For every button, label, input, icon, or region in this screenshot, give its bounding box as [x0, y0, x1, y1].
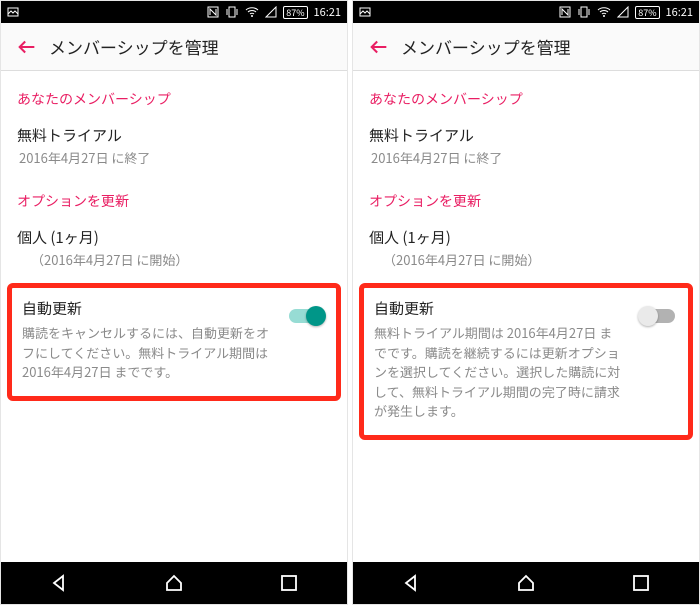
- trial-title: 無料トライアル: [369, 125, 683, 146]
- row-trial: 無料トライアル 2016年4月27日 に終了: [1, 117, 347, 177]
- trial-title: 無料トライアル: [17, 125, 331, 146]
- vibrate-icon: [225, 6, 239, 18]
- nav-back-button[interactable]: [29, 565, 89, 601]
- row-trial: 無料トライアル 2016年4月27日 に終了: [353, 117, 699, 177]
- auto-renew-toggle[interactable]: [286, 306, 326, 326]
- nav-home-button[interactable]: [496, 565, 556, 601]
- plan-subtitle: （2016年4月27日 に開始）: [369, 250, 683, 269]
- picture-icon: [359, 6, 371, 18]
- vibrate-icon: [577, 6, 591, 18]
- plan-title: 個人 (1ヶ月): [17, 227, 331, 248]
- back-button[interactable]: [9, 29, 45, 65]
- nav-back-button[interactable]: [381, 565, 441, 601]
- nav-recent-button[interactable]: [259, 565, 319, 601]
- nfc-icon: [207, 6, 219, 18]
- section-header-membership: あなたのメンバーシップ: [353, 75, 699, 117]
- plan-subtitle: （2016年4月27日 に開始）: [17, 250, 331, 269]
- back-button[interactable]: [361, 29, 397, 65]
- toggle-thumb: [306, 306, 326, 326]
- signal-icon: [617, 6, 629, 18]
- page-title: メンバーシップを管理: [401, 34, 571, 59]
- content-area: あなたのメンバーシップ 無料トライアル 2016年4月27日 に終了 オプション…: [353, 71, 699, 562]
- row-plan[interactable]: 個人 (1ヶ月) （2016年4月27日 に開始）: [1, 219, 347, 279]
- auto-renew-description: 購読をキャンセルするには、自動更新をオフにしてください。無料トライアル期間は 2…: [22, 323, 326, 382]
- nfc-icon: [559, 6, 571, 18]
- screenshot-left: 87% 16:21 メンバーシップを管理 あなたのメンバーシップ 無料トライアル…: [0, 0, 348, 605]
- nav-recent-button[interactable]: [611, 565, 671, 601]
- auto-renew-box: 自動更新 無料トライアル期間は 2016年4月27日 までです。購読を継続するに…: [359, 283, 693, 440]
- auto-renew-title: 自動更新: [374, 298, 678, 319]
- section-header-options: オプションを更新: [1, 177, 347, 219]
- auto-renew-toggle[interactable]: [638, 306, 678, 326]
- nav-bar: [1, 562, 347, 604]
- trial-subtitle: 2016年4月27日 に終了: [17, 148, 331, 167]
- auto-renew-title: 自動更新: [22, 298, 326, 319]
- app-bar: メンバーシップを管理: [353, 23, 699, 71]
- status-bar: 87% 16:21: [353, 1, 699, 23]
- content-area: あなたのメンバーシップ 無料トライアル 2016年4月27日 に終了 オプション…: [1, 71, 347, 562]
- battery-level: 87%: [283, 6, 307, 19]
- clock: 16:21: [314, 4, 341, 20]
- auto-renew-box: 自動更新 購読をキャンセルするには、自動更新をオフにしてください。無料トライアル…: [7, 283, 341, 401]
- clock: 16:21: [666, 4, 693, 20]
- row-plan[interactable]: 個人 (1ヶ月) （2016年4月27日 に開始）: [353, 219, 699, 279]
- page-title: メンバーシップを管理: [49, 34, 219, 59]
- app-bar: メンバーシップを管理: [1, 23, 347, 71]
- nav-bar: [353, 562, 699, 604]
- status-bar: 87% 16:21: [1, 1, 347, 23]
- plan-title: 個人 (1ヶ月): [369, 227, 683, 248]
- screenshot-right: 87% 16:21 メンバーシップを管理 あなたのメンバーシップ 無料トライアル…: [352, 0, 700, 605]
- section-header-options: オプションを更新: [353, 177, 699, 219]
- section-header-membership: あなたのメンバーシップ: [1, 75, 347, 117]
- auto-renew-description: 無料トライアル期間は 2016年4月27日 までです。購読を継続するには更新オプ…: [374, 323, 678, 421]
- battery-level: 87%: [635, 6, 659, 19]
- nav-home-button[interactable]: [144, 565, 204, 601]
- trial-subtitle: 2016年4月27日 に終了: [369, 148, 683, 167]
- wifi-icon: [245, 6, 259, 18]
- toggle-thumb: [638, 306, 658, 326]
- picture-icon: [7, 6, 19, 18]
- wifi-icon: [597, 6, 611, 18]
- signal-icon: [265, 6, 277, 18]
